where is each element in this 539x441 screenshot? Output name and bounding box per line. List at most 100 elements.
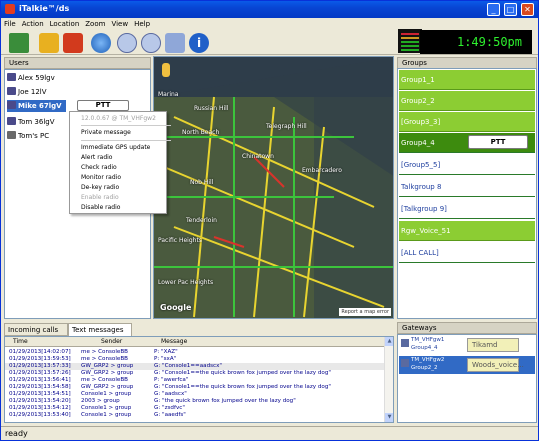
tab-incoming-calls[interactable]: Incoming calls [4, 323, 68, 336]
map-label: Nob Hill [190, 179, 214, 186]
globe-icon[interactable] [91, 33, 111, 53]
map-label: Russian Hill [194, 105, 229, 112]
clock-display: 1:49:50pm [420, 30, 532, 54]
minimize-button[interactable]: _ [487, 3, 500, 16]
user-item[interactable]: Tom 36lgV [7, 116, 55, 128]
radio-icon [7, 73, 16, 81]
table-row[interactable]: 01/29/2013[13:53:40] Console1 > group G: "… [5, 412, 386, 419]
menu-separator [81, 125, 171, 126]
group-item[interactable]: Rgw_Voice_51 [399, 221, 535, 241]
menu-item-enable-radio: Enable radio [81, 194, 119, 201]
message-log: Time Sender Message 01/29/2013[14:02:07]… [4, 336, 394, 423]
users-header: Users [4, 57, 151, 69]
menu-bar: File Action Location Zoom View Help [1, 18, 538, 30]
pegman-icon[interactable] [162, 63, 170, 77]
menu-item-alert-radio[interactable]: Alert radio [81, 154, 112, 161]
settings-icon[interactable] [165, 33, 185, 53]
menu-view[interactable]: View [108, 18, 131, 30]
user-item-selected[interactable]: Mike 67lgV [7, 100, 66, 112]
user-ptt-button[interactable]: PTT [77, 100, 129, 111]
map-label: Pacific Heights [158, 237, 202, 244]
app-window: iTalkie™/ds _ □ ✕ File Action Location Zoom… [0, 0, 539, 441]
menu-file[interactable]: File [1, 18, 19, 30]
table-row[interactable]: 01/29/2013[13:59:53] me > ConsoleBB P: "sx… [5, 356, 386, 363]
context-menu-ip: 12.0.0.67 @ TM_VHFgw2 [81, 115, 156, 122]
table-row[interactable]: 01/29/2013[13:56:41] me > ConsoleBB P: "aw… [5, 377, 386, 384]
map-label: Chinatown [242, 153, 274, 160]
menu-item-check-radio[interactable]: Check radio [81, 164, 117, 171]
user-context-menu: 12.0.0.67 @ TM_VHFgw2 Private message Im… [69, 111, 171, 214]
status-bar: ready [1, 426, 538, 440]
table-row[interactable]: 01/29/2013[13:57:33] GW_GRP2 > group G: "C… [5, 363, 386, 370]
app-icon [5, 4, 15, 14]
gateway-icon [401, 359, 409, 367]
group-item[interactable]: Group1_1 [399, 70, 535, 90]
undo-icon[interactable] [39, 33, 59, 53]
gateways-header: Gateways [397, 322, 537, 334]
user-item[interactable]: Joe 12lV [7, 86, 47, 98]
gateways-list: TM_VHFgw1 Group4_4 Tikamd TM_VHFgw2 Grou… [397, 334, 537, 423]
group-ptt-button[interactable]: PTT [468, 135, 528, 149]
map-view[interactable]: Russian Hill North Beach Telegraph Hill … [153, 56, 394, 319]
scroll-up-icon[interactable]: ▲ [385, 337, 393, 346]
menu-action[interactable]: Action [19, 18, 47, 30]
group-item[interactable]: [Talkgroup 9] [399, 199, 535, 219]
table-row[interactable]: 01/29/2013[13:54:58] GW_GRP2 > group G: "C… [5, 384, 386, 391]
table-row[interactable]: 01/29/2013[13:54:20] 2003 > group G: "the … [5, 398, 386, 405]
user-item[interactable]: Tom's PC [7, 130, 49, 142]
map-label: Marina [158, 91, 179, 98]
gateway-item[interactable]: TM_VHFgw1 Group4_4 Tikamd [399, 336, 535, 354]
group-item[interactable]: [ALL CALL] [399, 243, 535, 263]
radio-icon [7, 117, 16, 125]
map-label: Tenderloin [186, 217, 217, 224]
menu-item-gps-update[interactable]: Immediate GPS update [81, 144, 150, 151]
group-item[interactable]: Talkgroup 8 [399, 177, 535, 197]
groups-list: Group1_1 Group2_2 [Group3_3] Group4_4 PT… [397, 68, 537, 319]
col-sender[interactable]: Sender [101, 337, 122, 347]
menu-item-disable-radio[interactable]: Disable radio [81, 204, 120, 211]
log-header: Time Sender Message [5, 337, 386, 347]
info-icon[interactable]: i [189, 33, 209, 53]
google-logo: Google [160, 303, 192, 312]
window-title: iTalkie™/ds [19, 4, 70, 13]
table-row[interactable]: 01/29/2013[13:54:12] Console1 > group G: "… [5, 405, 386, 412]
col-time[interactable]: Time [13, 337, 28, 347]
gateway-label-box: Woods_voice... [467, 358, 524, 372]
zoom-in-icon[interactable] [117, 33, 137, 53]
menu-item-monitor-radio[interactable]: Monitor radio [81, 174, 121, 181]
title-bar: iTalkie™/ds _ □ ✕ [1, 1, 538, 18]
map-label: Telegraph Hill [266, 123, 307, 130]
map-label: Lower Pac Heights [158, 279, 214, 286]
menu-location[interactable]: Location [47, 18, 83, 30]
col-message[interactable]: Message [161, 337, 187, 347]
audio-meter-icon [398, 29, 422, 53]
group-item[interactable]: [Group3_3] [399, 112, 535, 132]
tab-text-messages[interactable]: Text messages [68, 323, 132, 336]
gateway-label-box: Tikamd [467, 338, 519, 352]
menu-separator [81, 140, 171, 141]
user-item[interactable]: Alex 59lgv [7, 72, 55, 84]
group-item[interactable]: [Group5_5] [399, 155, 535, 175]
pc-icon [7, 131, 16, 139]
radio-icon [7, 87, 16, 95]
menu-item-private-message[interactable]: Private message [81, 129, 131, 136]
table-row[interactable]: 01/29/2013[13:54:51] Console1 > group G: "… [5, 391, 386, 398]
map-label: North Beach [182, 129, 220, 136]
menu-help[interactable]: Help [131, 18, 153, 30]
radio-icon [7, 101, 16, 109]
log-scrollbar[interactable]: ▲ ▼ [384, 337, 393, 422]
menu-zoom[interactable]: Zoom [82, 18, 108, 30]
close-button[interactable]: ✕ [521, 3, 534, 16]
zoom-out-icon[interactable] [141, 33, 161, 53]
logout-icon[interactable] [9, 33, 29, 53]
scroll-down-icon[interactable]: ▼ [385, 413, 393, 422]
table-row[interactable]: 01/29/2013[14:02:07] me > ConsoleBB P: "XA… [5, 349, 386, 356]
map-label: Embarcadero [302, 167, 342, 174]
gateway-item-selected[interactable]: TM_VHFgw2 Group2_2 Woods_voice... [399, 356, 535, 374]
group-item[interactable]: Group2_2 [399, 91, 535, 111]
report-map-error-link[interactable]: Report a map error [339, 308, 391, 316]
table-row[interactable]: 01/29/2013[13:57:26] GW_GRP2 > group G: "C… [5, 370, 386, 377]
maximize-button[interactable]: □ [504, 3, 517, 16]
emergency-icon[interactable] [63, 33, 83, 53]
menu-item-dekey-radio[interactable]: De-key radio [81, 184, 119, 191]
